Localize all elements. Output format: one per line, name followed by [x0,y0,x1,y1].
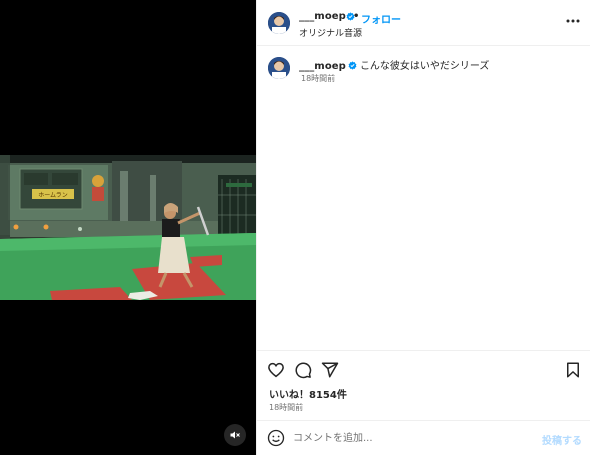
mute-toggle-button[interactable] [224,424,246,446]
post-details-panel: ___moep • フォロー オリジナル音源 ___moep こんな彼女はいやだ… [256,0,590,455]
comment-icon [295,362,312,379]
follow-button[interactable]: フォロー [361,11,401,26]
separator-dot: • [353,11,360,22]
batting-cage-video-still: ホームラン [0,155,256,300]
post-comment-button[interactable]: 投稿する [542,432,582,447]
share-button[interactable] [320,360,340,380]
caption-timestamp: 18時間前 [301,74,336,83]
caption-line: ___moep こんな彼女はいやだシリーズ [299,57,489,72]
post-header: ___moep • フォロー オリジナル音源 [257,0,590,46]
avatar[interactable] [268,12,290,34]
share-icon [321,362,339,378]
profile-picture-icon [268,12,290,34]
like-button[interactable] [266,360,286,380]
muted-speaker-icon [230,431,240,439]
caption-text: こんな彼女はいやだシリーズ [359,61,490,72]
action-bar [257,350,590,388]
comment-input[interactable] [293,428,533,448]
emoji-icon [267,429,285,447]
audio-link[interactable]: オリジナル音源 [299,26,362,39]
verified-badge-icon [348,61,357,70]
save-button[interactable] [563,360,583,380]
likes-count[interactable]: いいね！8154件 [269,386,347,401]
video-frame[interactable]: ホームラン [0,155,256,300]
username-link[interactable]: ___moep [299,11,346,22]
bookmark-icon [567,362,579,378]
comment-bar: 投稿する [257,420,590,455]
profile-picture-icon [268,57,290,79]
caption-username-link[interactable]: ___moep [299,61,346,72]
heart-icon [268,362,284,378]
video-player[interactable]: ホームラン [0,0,256,455]
more-options-icon [566,19,580,23]
emoji-button[interactable] [267,429,285,447]
scoreboard-label: ホームラン [38,192,68,199]
more-options-button[interactable] [564,14,582,28]
comment-button[interactable] [293,360,313,380]
avatar[interactable] [268,57,290,79]
post-timestamp: 18時間前 [269,403,304,412]
